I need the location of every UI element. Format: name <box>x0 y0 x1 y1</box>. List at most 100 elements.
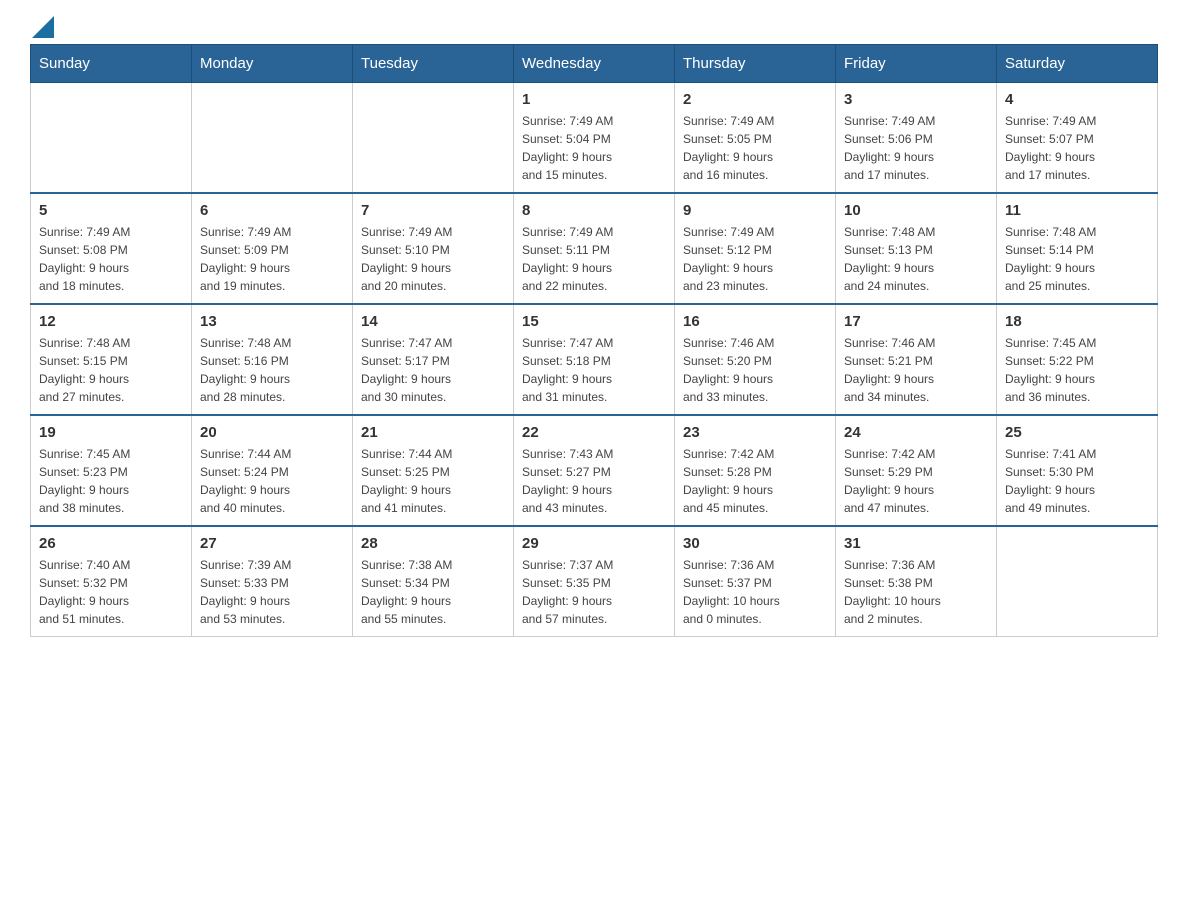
weekday-header-wednesday: Wednesday <box>514 45 675 83</box>
day-number: 23 <box>683 424 827 441</box>
calendar-week-row: 12Sunrise: 7:48 AMSunset: 5:15 PMDayligh… <box>31 304 1158 415</box>
calendar-cell: 6Sunrise: 7:49 AMSunset: 5:09 PMDaylight… <box>192 193 353 304</box>
calendar-cell: 10Sunrise: 7:48 AMSunset: 5:13 PMDayligh… <box>836 193 997 304</box>
day-info: Sunrise: 7:49 AMSunset: 5:06 PMDaylight:… <box>844 112 988 184</box>
calendar-cell: 12Sunrise: 7:48 AMSunset: 5:15 PMDayligh… <box>31 304 192 415</box>
day-number: 27 <box>200 535 344 552</box>
day-info: Sunrise: 7:49 AMSunset: 5:10 PMDaylight:… <box>361 223 505 295</box>
day-info: Sunrise: 7:49 AMSunset: 5:08 PMDaylight:… <box>39 223 183 295</box>
calendar-cell: 18 Sunrise: 7:45 AMSunset: 5:22 PMDayligh… <box>997 304 1158 415</box>
day-info: Sunrise: 7:48 AMSunset: 5:16 PMDaylight:… <box>200 334 344 406</box>
weekday-header-sunday: Sunday <box>31 45 192 83</box>
day-number: 30 <box>683 535 827 552</box>
page-header <box>30 20 1158 34</box>
day-info: Sunrise: 7:49 AMSunset: 5:05 PMDaylight:… <box>683 112 827 184</box>
day-number: 6 <box>200 202 344 219</box>
calendar-cell: 14 Sunrise: 7:47 AMSunset: 5:17 PMDayligh… <box>353 304 514 415</box>
calendar-cell: 3 Sunrise: 7:49 AMSunset: 5:06 PMDaylight… <box>836 83 997 194</box>
day-number: 16 <box>683 313 827 330</box>
day-number: 1 <box>522 91 666 108</box>
weekday-header-tuesday: Tuesday <box>353 45 514 83</box>
day-info: Sunrise: 7:44 AMSunset: 5:25 PMDaylight:… <box>361 445 505 517</box>
weekday-header-saturday: Saturday <box>997 45 1158 83</box>
day-number: 4 <box>1005 91 1149 108</box>
day-info: Sunrise: 7:47 AMSunset: 5:18 PMDaylight:… <box>522 334 666 406</box>
calendar-cell <box>31 83 192 194</box>
day-info: Sunrise: 7:36 AMSunset: 5:37 PMDaylight:… <box>683 556 827 628</box>
day-info: Sunrise: 7:45 AMSunset: 5:22 PMDaylight:… <box>1005 334 1149 406</box>
day-info: Sunrise: 7:36 AMSunset: 5:38 PMDaylight:… <box>844 556 988 628</box>
day-number: 10 <box>844 202 988 219</box>
calendar-cell: 23 Sunrise: 7:42 AMSunset: 5:28 PMDayligh… <box>675 415 836 526</box>
day-number: 12 <box>39 313 183 330</box>
calendar-cell: 26Sunrise: 7:40 AMSunset: 5:32 PMDayligh… <box>31 526 192 637</box>
day-number: 18 <box>1005 313 1149 330</box>
day-number: 17 <box>844 313 988 330</box>
day-number: 28 <box>361 535 505 552</box>
day-info: Sunrise: 7:49 AMSunset: 5:07 PMDaylight:… <box>1005 112 1149 184</box>
calendar-cell: 2Sunrise: 7:49 AMSunset: 5:05 PMDaylight… <box>675 83 836 194</box>
day-number: 25 <box>1005 424 1149 441</box>
day-info: Sunrise: 7:42 AMSunset: 5:28 PMDaylight:… <box>683 445 827 517</box>
day-number: 15 <box>522 313 666 330</box>
calendar-cell: 11Sunrise: 7:48 AMSunset: 5:14 PMDayligh… <box>997 193 1158 304</box>
day-number: 19 <box>39 424 183 441</box>
calendar-cell: 31 Sunrise: 7:36 AMSunset: 5:38 PMDayligh… <box>836 526 997 637</box>
logo <box>30 20 54 34</box>
day-number: 7 <box>361 202 505 219</box>
day-number: 24 <box>844 424 988 441</box>
calendar-cell: 21 Sunrise: 7:44 AMSunset: 5:25 PMDayligh… <box>353 415 514 526</box>
day-number: 31 <box>844 535 988 552</box>
calendar-cell: 28Sunrise: 7:38 AMSunset: 5:34 PMDayligh… <box>353 526 514 637</box>
day-number: 21 <box>361 424 505 441</box>
day-info: Sunrise: 7:47 AMSunset: 5:17 PMDaylight:… <box>361 334 505 406</box>
day-number: 9 <box>683 202 827 219</box>
calendar-cell: 16 Sunrise: 7:46 AMSunset: 5:20 PMDayligh… <box>675 304 836 415</box>
calendar-week-row: 26Sunrise: 7:40 AMSunset: 5:32 PMDayligh… <box>31 526 1158 637</box>
day-info: Sunrise: 7:45 AMSunset: 5:23 PMDaylight:… <box>39 445 183 517</box>
calendar-cell: 24 Sunrise: 7:42 AMSunset: 5:29 PMDayligh… <box>836 415 997 526</box>
calendar-cell: 17 Sunrise: 7:46 AMSunset: 5:21 PMDayligh… <box>836 304 997 415</box>
calendar-header-row: SundayMondayTuesdayWednesdayThursdayFrid… <box>31 45 1158 83</box>
calendar-week-row: 1 Sunrise: 7:49 AMSunset: 5:04 PMDaylight… <box>31 83 1158 194</box>
day-info: Sunrise: 7:46 AMSunset: 5:21 PMDaylight:… <box>844 334 988 406</box>
day-number: 5 <box>39 202 183 219</box>
calendar-cell: 22 Sunrise: 7:43 AMSunset: 5:27 PMDayligh… <box>514 415 675 526</box>
calendar-cell: 1 Sunrise: 7:49 AMSunset: 5:04 PMDaylight… <box>514 83 675 194</box>
calendar-cell: 27 Sunrise: 7:39 AMSunset: 5:33 PMDayligh… <box>192 526 353 637</box>
day-info: Sunrise: 7:46 AMSunset: 5:20 PMDaylight:… <box>683 334 827 406</box>
day-info: Sunrise: 7:39 AMSunset: 5:33 PMDaylight:… <box>200 556 344 628</box>
calendar-week-row: 5 Sunrise: 7:49 AMSunset: 5:08 PMDaylight… <box>31 193 1158 304</box>
calendar-cell: 30 Sunrise: 7:36 AMSunset: 5:37 PMDayligh… <box>675 526 836 637</box>
day-info: Sunrise: 7:37 AMSunset: 5:35 PMDaylight:… <box>522 556 666 628</box>
day-number: 14 <box>361 313 505 330</box>
day-number: 3 <box>844 91 988 108</box>
weekday-header-monday: Monday <box>192 45 353 83</box>
calendar-cell: 4 Sunrise: 7:49 AMSunset: 5:07 PMDaylight… <box>997 83 1158 194</box>
calendar-cell: 25 Sunrise: 7:41 AMSunset: 5:30 PMDayligh… <box>997 415 1158 526</box>
day-number: 11 <box>1005 202 1149 219</box>
calendar-cell: 7 Sunrise: 7:49 AMSunset: 5:10 PMDaylight… <box>353 193 514 304</box>
weekday-header-friday: Friday <box>836 45 997 83</box>
day-number: 26 <box>39 535 183 552</box>
calendar-cell: 15 Sunrise: 7:47 AMSunset: 5:18 PMDayligh… <box>514 304 675 415</box>
day-number: 22 <box>522 424 666 441</box>
calendar-cell: 5 Sunrise: 7:49 AMSunset: 5:08 PMDaylight… <box>31 193 192 304</box>
day-info: Sunrise: 7:42 AMSunset: 5:29 PMDaylight:… <box>844 445 988 517</box>
day-number: 13 <box>200 313 344 330</box>
calendar-cell: 20Sunrise: 7:44 AMSunset: 5:24 PMDayligh… <box>192 415 353 526</box>
weekday-header-thursday: Thursday <box>675 45 836 83</box>
day-info: Sunrise: 7:49 AMSunset: 5:04 PMDaylight:… <box>522 112 666 184</box>
calendar-cell: 19 Sunrise: 7:45 AMSunset: 5:23 PMDayligh… <box>31 415 192 526</box>
calendar-cell <box>192 83 353 194</box>
day-info: Sunrise: 7:49 AMSunset: 5:12 PMDaylight:… <box>683 223 827 295</box>
day-info: Sunrise: 7:44 AMSunset: 5:24 PMDaylight:… <box>200 445 344 517</box>
calendar-cell <box>353 83 514 194</box>
calendar-cell: 29 Sunrise: 7:37 AMSunset: 5:35 PMDayligh… <box>514 526 675 637</box>
day-info: Sunrise: 7:41 AMSunset: 5:30 PMDaylight:… <box>1005 445 1149 517</box>
day-info: Sunrise: 7:49 AMSunset: 5:11 PMDaylight:… <box>522 223 666 295</box>
calendar-cell: 9 Sunrise: 7:49 AMSunset: 5:12 PMDaylight… <box>675 193 836 304</box>
day-info: Sunrise: 7:43 AMSunset: 5:27 PMDaylight:… <box>522 445 666 517</box>
day-number: 29 <box>522 535 666 552</box>
calendar-cell: 8Sunrise: 7:49 AMSunset: 5:11 PMDaylight… <box>514 193 675 304</box>
